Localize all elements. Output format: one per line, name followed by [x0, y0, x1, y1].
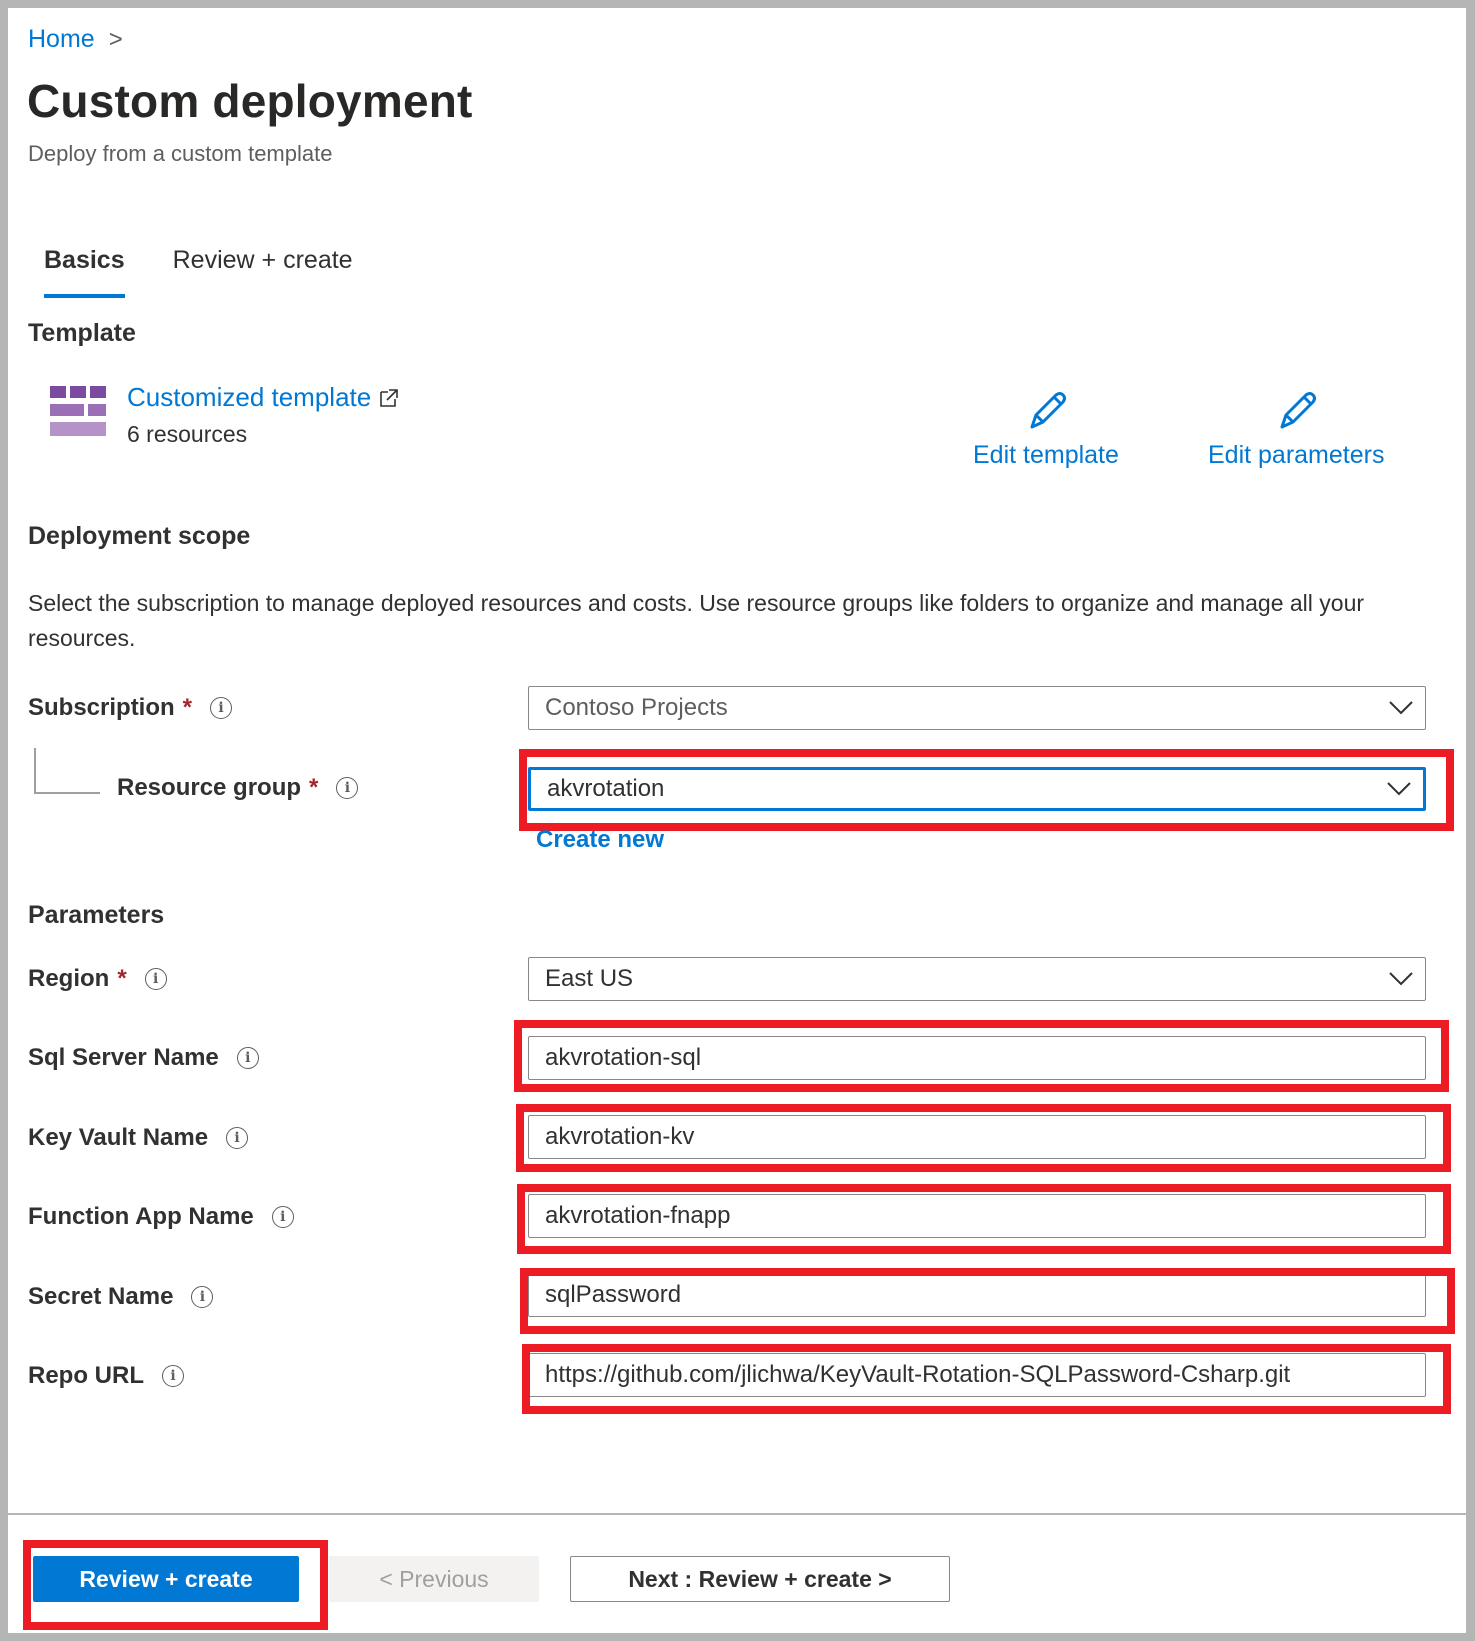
sql-server-name-value: akvrotation-sql	[545, 1044, 702, 1071]
repo-url-value: https://github.com/jlichwa/KeyVault-Rota…	[545, 1361, 1291, 1388]
edit-parameters-label: Edit parameters	[1208, 441, 1385, 469]
tree-connector	[34, 748, 100, 794]
region-label-text: Region	[28, 965, 110, 992]
pencil-icon	[1280, 392, 1317, 429]
footer-divider	[8, 1513, 1466, 1515]
review-create-button[interactable]: Review + create	[33, 1556, 299, 1602]
key-vault-name-label-text: Key Vault Name	[28, 1124, 209, 1151]
deployment-scope-heading: Deployment scope	[28, 522, 251, 550]
sql-server-name-label-text: Sql Server Name	[28, 1044, 219, 1071]
region-dropdown[interactable]: East US	[528, 957, 1426, 1001]
deployment-scope-description: Select the subscription to manage deploy…	[28, 590, 1365, 651]
subscription-label-text: Subscription	[28, 694, 175, 721]
function-app-name-label: Function App Name i	[28, 1203, 294, 1231]
repo-url-label-text: Repo URL	[28, 1362, 144, 1389]
secret-name-label-text: Secret Name	[28, 1283, 174, 1310]
info-icon[interactable]: i	[144, 968, 167, 990]
tab-basics[interactable]: Basics	[28, 246, 149, 298]
customized-template-link[interactable]: Customized template	[127, 382, 399, 413]
custom-deployment-blade: Home > Custom deployment Deploy from a c…	[8, 8, 1466, 1633]
function-app-name-input[interactable]: akvrotation-fnapp	[528, 1194, 1426, 1238]
secret-name-input[interactable]: sqlPassword	[528, 1273, 1426, 1317]
info-icon[interactable]: i	[236, 1047, 259, 1069]
function-app-name-label-text: Function App Name	[28, 1203, 254, 1230]
resource-group-label-text: Resource group	[117, 774, 302, 801]
tab-bar: Basics Review + create	[28, 246, 377, 298]
previous-button[interactable]: < Previous	[329, 1556, 539, 1602]
resource-group-value: akvrotation	[547, 775, 665, 802]
repo-url-label: Repo URL i	[28, 1362, 184, 1390]
breadcrumb-home-link[interactable]: Home	[28, 25, 95, 54]
repo-url-input[interactable]: https://github.com/jlichwa/KeyVault-Rota…	[528, 1353, 1426, 1397]
key-vault-name-label: Key Vault Name i	[28, 1124, 249, 1152]
key-vault-name-input[interactable]: akvrotation-kv	[528, 1115, 1426, 1159]
customized-template-label: Customized template	[127, 382, 372, 412]
pencil-icon	[1030, 392, 1066, 429]
sql-server-name-label: Sql Server Name i	[28, 1044, 259, 1072]
chevron-down-icon	[1375, 781, 1423, 797]
info-icon[interactable]: i	[336, 777, 359, 799]
edit-parameters-button[interactable]: Edit parameters	[1208, 391, 1384, 470]
edit-template-button[interactable]: Edit template	[973, 391, 1119, 470]
resource-count: 6 resources	[127, 421, 248, 447]
subscription-dropdown[interactable]: Contoso Projects	[528, 686, 1426, 730]
subscription-value: Contoso Projects	[545, 694, 728, 721]
external-link-icon	[380, 388, 399, 407]
region-label: Region * i	[28, 965, 167, 993]
resource-group-label: Resource group * i	[117, 774, 359, 802]
resource-group-dropdown[interactable]: akvrotation	[528, 767, 1426, 811]
subscription-label: Subscription * i	[28, 694, 233, 722]
secret-name-value: sqlPassword	[545, 1281, 682, 1308]
function-app-name-value: akvrotation-fnapp	[545, 1202, 731, 1229]
edit-template-label: Edit template	[973, 441, 1119, 469]
required-asterisk: *	[309, 774, 319, 801]
parameters-heading: Parameters	[28, 901, 165, 929]
tab-review-create[interactable]: Review + create	[149, 246, 377, 298]
info-icon[interactable]: i	[271, 1206, 294, 1228]
create-new-link[interactable]: Create new	[536, 826, 664, 854]
info-icon[interactable]: i	[210, 697, 233, 719]
info-icon[interactable]: i	[226, 1127, 249, 1149]
required-asterisk: *	[182, 694, 193, 721]
page-title: Custom deployment	[27, 75, 473, 127]
info-icon[interactable]: i	[191, 1286, 214, 1308]
template-icon	[50, 386, 106, 436]
next-review-create-button[interactable]: Next : Review + create >	[570, 1556, 950, 1602]
required-asterisk: *	[117, 965, 127, 992]
chevron-right-icon: >	[108, 25, 123, 53]
page-subtitle: Deploy from a custom template	[28, 141, 333, 166]
key-vault-name-value: akvrotation-kv	[545, 1123, 695, 1150]
secret-name-label: Secret Name i	[28, 1283, 214, 1311]
region-value: East US	[545, 965, 634, 992]
info-icon[interactable]: i	[162, 1365, 184, 1387]
template-heading: Template	[28, 319, 136, 347]
chevron-down-icon	[1377, 971, 1425, 987]
chevron-down-icon	[1377, 700, 1425, 716]
sql-server-name-input[interactable]: akvrotation-sql	[528, 1036, 1426, 1080]
breadcrumb: Home >	[28, 25, 123, 54]
